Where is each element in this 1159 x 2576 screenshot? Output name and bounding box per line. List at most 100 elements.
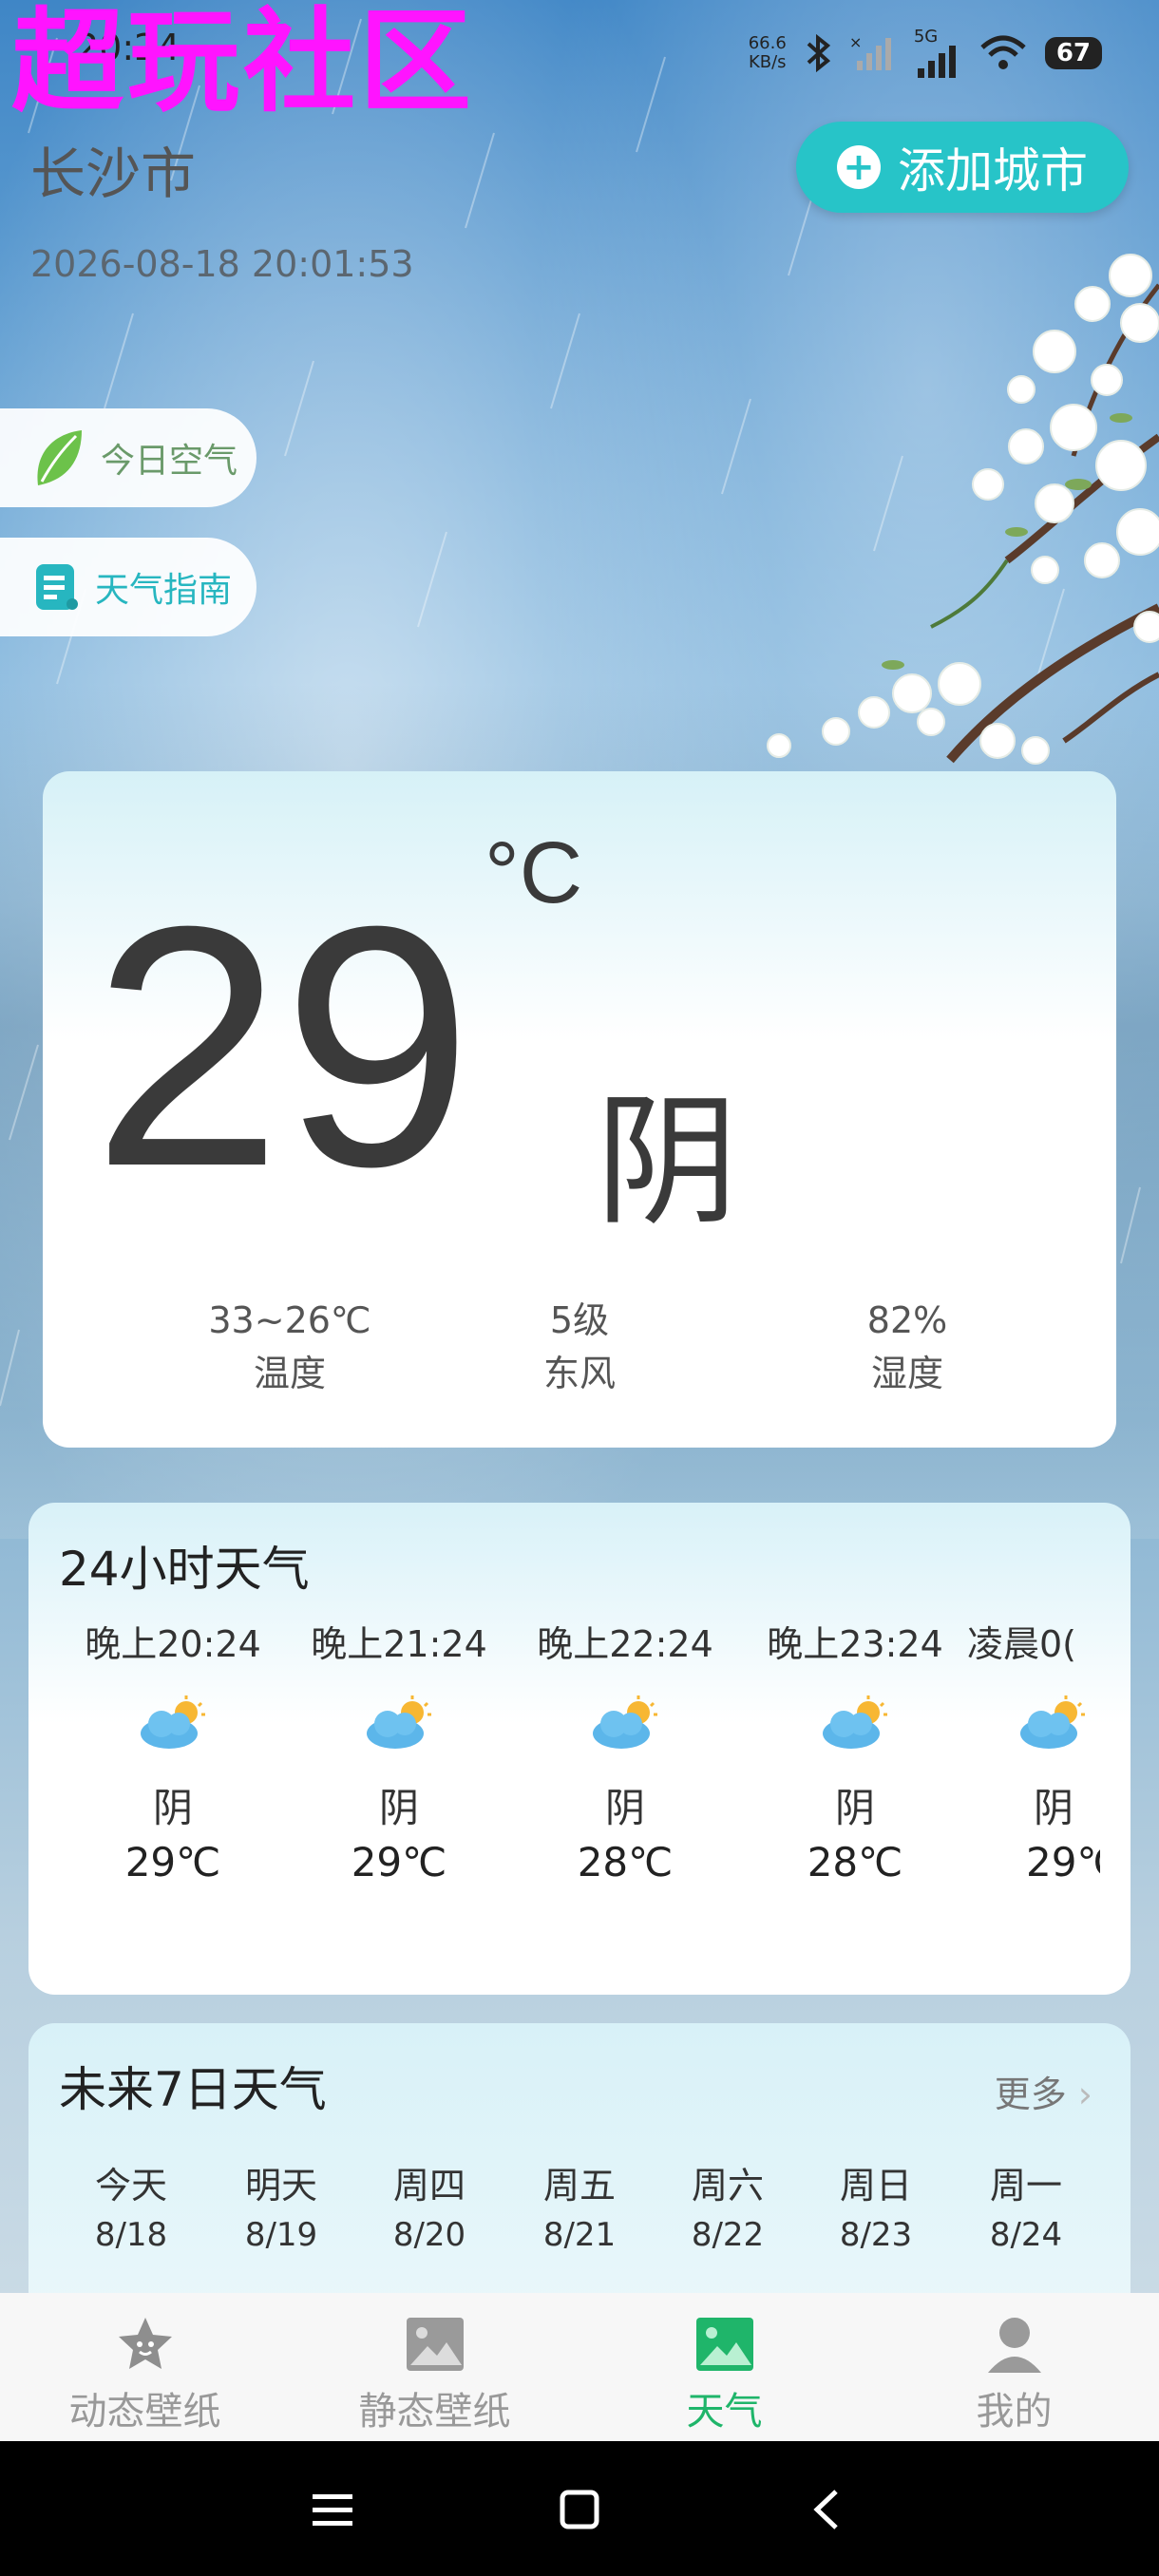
hour-temperature: 29℃ xyxy=(1026,1839,1100,1885)
person-icon xyxy=(987,2318,1041,2373)
watermark-text: 超玩社区 xyxy=(11,0,476,127)
today-air-button[interactable]: 今日空气 xyxy=(0,408,256,507)
hour-time: 晚上22:24 xyxy=(537,1623,713,1665)
blossom-branch-illustration xyxy=(767,254,1159,765)
hourly-item: 晚上22:24 阴 28℃ xyxy=(511,1615,739,1885)
hour-condition: 阴 xyxy=(604,1785,645,1831)
day-item[interactable]: 明天 8/19 xyxy=(215,2156,348,2254)
hourly-item: 凌晨0( 阴 29℃ xyxy=(967,1615,1100,1885)
image-icon xyxy=(406,2318,464,2371)
more-link[interactable]: 更多 › xyxy=(995,2065,1092,2117)
net-speed-value: 66.6 xyxy=(748,33,787,53)
weekly-title: 未来7日天气 xyxy=(59,2062,327,2117)
day-item[interactable]: 周五 8/21 xyxy=(513,2156,646,2254)
home-button[interactable] xyxy=(551,2481,608,2538)
wifi-icon xyxy=(980,35,1026,69)
more-label: 更多 xyxy=(994,2074,1067,2115)
stat-label: 湿度 xyxy=(870,1353,943,1394)
day-name: 周一 xyxy=(989,2165,1062,2207)
hour-time: 凌晨0( xyxy=(967,1623,1077,1665)
day-name: 周四 xyxy=(392,2165,466,2207)
day-name: 周六 xyxy=(691,2165,764,2207)
weather-guide-button[interactable]: 天气指南 xyxy=(0,538,256,636)
cloud-sun-icon xyxy=(823,1695,887,1749)
nav-item-mine[interactable]: 我的 xyxy=(869,2293,1159,2441)
day-date: 8/19 xyxy=(244,2216,318,2254)
nav-label: 动态壁纸 xyxy=(68,2390,221,2434)
stat-label: 东风 xyxy=(542,1353,616,1394)
signal-icon xyxy=(917,46,956,78)
cloud-sun-icon xyxy=(141,1695,205,1749)
leaf-icon xyxy=(37,430,82,485)
day-item[interactable]: 周六 8/22 xyxy=(661,2156,794,2254)
day-name: 周日 xyxy=(839,2165,912,2207)
hour-condition: 阴 xyxy=(152,1785,193,1831)
today-air-label: 今日空气 xyxy=(101,442,238,481)
menu-icon xyxy=(313,2494,352,2526)
stat-value: 5级 xyxy=(549,1299,610,1341)
hourly-title: 24小时天气 xyxy=(59,1542,310,1597)
cloud-sun-icon xyxy=(593,1695,657,1749)
hour-time: 晚上21:24 xyxy=(311,1623,487,1665)
day-date: 8/23 xyxy=(839,2216,913,2254)
stat-temperature-range: 33~26℃ 温度 xyxy=(147,1294,432,1400)
hour-temperature: 29℃ xyxy=(124,1839,221,1885)
hour-condition: 阴 xyxy=(1034,1785,1074,1831)
update-datetime: 2026-08-18 20:01:53 xyxy=(30,243,414,285)
hour-temperature: 29℃ xyxy=(351,1839,447,1885)
hour-condition: 阴 xyxy=(378,1785,419,1831)
net-speed: 66.6 KB/s xyxy=(749,34,787,72)
day-item[interactable]: 今天 8/18 xyxy=(65,2156,198,2254)
stat-label: 温度 xyxy=(253,1353,326,1394)
day-name: 明天 xyxy=(244,2165,317,2207)
network-type-label: 5G xyxy=(913,27,939,47)
day-date: 8/24 xyxy=(989,2216,1063,2254)
hour-temperature: 28℃ xyxy=(807,1839,903,1885)
nav-item-live-wallpaper[interactable]: 动态壁纸 xyxy=(0,2293,290,2441)
bluetooth-icon xyxy=(807,34,830,72)
nav-label: 我的 xyxy=(976,2390,1053,2434)
home-square-icon xyxy=(560,2490,599,2529)
day-date: 8/21 xyxy=(542,2216,617,2254)
hour-time: 晚上20:24 xyxy=(85,1623,261,1665)
current-temperature: 29 xyxy=(92,856,473,1238)
battery-indicator: 67 xyxy=(1044,37,1102,69)
document-icon xyxy=(36,564,78,610)
stat-value: 82% xyxy=(866,1299,948,1341)
hourly-forecast-card[interactable]: 24小时天气 晚上20:24 阴 29℃ 晚上21:24 阴 29℃ 晚上22:… xyxy=(28,1503,1130,1995)
system-navigation-bar xyxy=(0,2441,1159,2576)
nav-label: 静态壁纸 xyxy=(358,2390,511,2434)
hourly-item: 晚上21:24 阴 29℃ xyxy=(285,1615,513,1885)
add-city-button[interactable]: + 添加城市 xyxy=(796,122,1129,213)
bottom-navigation: 动态壁纸 静态壁纸 天气 我的 xyxy=(0,2293,1159,2441)
day-name: 今天 xyxy=(94,2165,167,2207)
stat-value: 33~26℃ xyxy=(208,1299,371,1341)
temperature-unit: °C xyxy=(484,824,583,921)
star-face-icon xyxy=(118,2318,172,2369)
signal-muted-icon: × xyxy=(849,34,891,70)
menu-button[interactable] xyxy=(304,2481,361,2538)
day-item[interactable]: 周一 8/24 xyxy=(960,2156,1092,2254)
day-name: 周五 xyxy=(542,2165,616,2207)
nav-item-static-wallpaper[interactable]: 静态壁纸 xyxy=(290,2293,580,2441)
current-weather-card: 29 °C 阴 33~26℃ 温度 5级 东风 82% 湿度 xyxy=(43,771,1116,1448)
back-chevron-icon xyxy=(813,2490,838,2529)
hourly-item: 晚上20:24 阴 29℃ xyxy=(59,1615,287,1885)
cloud-sun-icon xyxy=(1020,1695,1085,1749)
add-city-label: 添加城市 xyxy=(898,143,1088,199)
day-date: 8/18 xyxy=(94,2216,168,2254)
day-item[interactable]: 周四 8/20 xyxy=(363,2156,496,2254)
back-button[interactable] xyxy=(798,2481,855,2538)
nav-item-weather[interactable]: 天气 xyxy=(580,2293,869,2441)
cloud-sun-icon xyxy=(367,1695,431,1749)
city-name[interactable]: 长沙市 xyxy=(30,129,196,209)
svg-text:×: × xyxy=(849,34,862,51)
hour-condition: 阴 xyxy=(834,1785,875,1831)
day-item[interactable]: 周日 8/23 xyxy=(809,2156,942,2254)
nav-label: 天气 xyxy=(686,2390,763,2434)
weather-image-icon xyxy=(695,2318,753,2371)
hour-temperature: 28℃ xyxy=(577,1839,674,1885)
weekly-forecast-card[interactable]: 未来7日天气 更多 › 今天 8/18 明天 8/19 周四 8/20 周五 8… xyxy=(28,2023,1130,2308)
stat-wind: 5级 东风 xyxy=(437,1294,722,1400)
hour-time: 晚上23:24 xyxy=(767,1623,943,1665)
